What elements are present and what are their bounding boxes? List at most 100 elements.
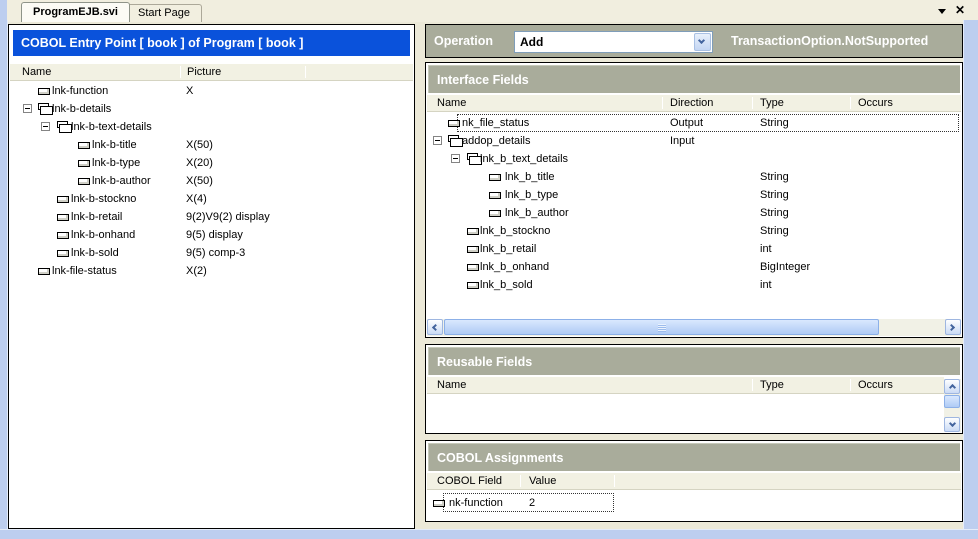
scroll-right-button[interactable]: [945, 319, 961, 335]
column-name[interactable]: Name: [437, 377, 466, 393]
row-picture: 9(5) comp-3: [186, 244, 245, 262]
row-name: lnk-b-title: [92, 136, 137, 154]
field-icon: [489, 210, 501, 217]
row-name: lnk-b-stockno: [71, 190, 136, 208]
assignment-row[interactable]: nk-function 2: [427, 494, 961, 512]
row-name: lnk-b-details: [52, 100, 111, 118]
chevron-right-icon: [948, 324, 955, 331]
row-name: lnk_b_text_details: [480, 150, 568, 168]
operation-bar: Operation Add TransactionOption.NotSuppo…: [425, 24, 963, 58]
field-icon: [489, 192, 501, 199]
close-icon[interactable]: ✕: [955, 3, 965, 17]
tree-row[interactable]: lnk-b-stocknoX(4): [10, 190, 413, 208]
tree-row[interactable]: nk_file_status Output String: [427, 114, 961, 132]
tree-row[interactable]: lnk_b_text_details: [427, 150, 961, 168]
tree-row[interactable]: lnk-b-title X(50): [10, 136, 413, 154]
column-separator[interactable]: [850, 379, 851, 391]
tree-row[interactable]: lnk_b_retailint: [427, 240, 961, 258]
combo-dropdown-button[interactable]: [694, 33, 711, 51]
field-icon: [433, 500, 445, 507]
column-separator[interactable]: [752, 97, 753, 109]
column-separator[interactable]: [662, 97, 663, 109]
scroll-left-button[interactable]: [427, 319, 443, 335]
row-name: lnk-b-type: [92, 154, 140, 172]
field-icon: [489, 174, 501, 181]
tree-row[interactable]: lnk_b_titleString: [427, 168, 961, 186]
row-name: lnk_b_title: [505, 168, 555, 186]
tree-expander-toggle[interactable]: [433, 136, 442, 145]
column-separator[interactable]: [305, 66, 306, 78]
row-picture: X(20): [186, 154, 213, 172]
assignment-value[interactable]: 2: [529, 494, 535, 512]
document-tab-bar: ProgramEJB.svi Start Page: [0, 0, 978, 22]
tree-row[interactable]: lnk-file-statusX(2): [10, 262, 413, 280]
cobol-assignments-header: COBOL Assignments: [428, 443, 960, 471]
chevron-left-icon: [432, 324, 439, 331]
row-name: lnk-function: [52, 82, 108, 100]
row-picture: X(50): [186, 172, 213, 190]
tree-expander-toggle[interactable]: [451, 154, 460, 163]
tree-row[interactable]: lnk_b_soldint: [427, 276, 961, 294]
row-name: lnk-b-author: [92, 172, 151, 190]
row-name: lnk-b-sold: [71, 244, 119, 262]
reusable-fields-header: Reusable Fields: [428, 347, 960, 375]
scroll-up-button[interactable]: [944, 379, 960, 394]
assignments-list: nk-function 2: [427, 494, 961, 512]
tree-row[interactable]: lnk-functionX: [10, 82, 413, 100]
column-separator[interactable]: [520, 475, 521, 487]
tree-row[interactable]: lnk-b-onhand9(5) display: [10, 226, 413, 244]
thumb-grip: [658, 324, 666, 332]
tree-row[interactable]: addop_detailsInput: [427, 132, 961, 150]
row-direction: Output: [670, 114, 703, 132]
tree-row[interactable]: lnk-b-text-details: [10, 118, 413, 136]
scrollbar-thumb[interactable]: [444, 319, 879, 335]
tree-row[interactable]: lnk-b-type X(20): [10, 154, 413, 172]
tab-programejb-svi[interactable]: ProgramEJB.svi: [21, 2, 130, 22]
row-name: lnk-file-status: [52, 262, 117, 280]
tree-row[interactable]: lnk-b-author X(50): [10, 172, 413, 190]
row-type: String: [760, 114, 789, 132]
column-separator[interactable]: [752, 379, 753, 391]
column-type[interactable]: Type: [760, 377, 784, 393]
row-type: int: [760, 240, 772, 258]
row-name: nk_file_status: [462, 114, 529, 132]
row-picture: 9(2)V9(2) display: [186, 208, 270, 226]
row-type: String: [760, 186, 789, 204]
tree-row[interactable]: lnk_b_onhandBigInteger: [427, 258, 961, 276]
row-type: String: [760, 204, 789, 222]
horizontal-scrollbar[interactable]: [427, 319, 961, 336]
column-cobol-field[interactable]: COBOL Field: [437, 473, 502, 489]
row-picture: X(50): [186, 136, 213, 154]
column-value[interactable]: Value: [529, 473, 556, 489]
scroll-down-button[interactable]: [944, 417, 960, 432]
column-name[interactable]: Name: [437, 95, 466, 111]
field-icon: [78, 178, 90, 185]
column-occurs[interactable]: Occurs: [858, 95, 893, 111]
tree-row[interactable]: lnk-b-details: [10, 100, 413, 118]
operation-select[interactable]: Add: [514, 31, 713, 53]
column-separator[interactable]: [614, 475, 615, 487]
tab-start-page[interactable]: Start Page: [126, 4, 202, 22]
row-name: lnk_b_onhand: [480, 258, 549, 276]
vertical-scrollbar[interactable]: [944, 379, 961, 432]
selection-focus-rect: [457, 114, 959, 132]
tree-row[interactable]: lnk_b_typeString: [427, 186, 961, 204]
scrollbar-thumb[interactable]: [944, 395, 960, 408]
tree-row[interactable]: lnk-b-retail9(2)V9(2) display: [10, 208, 413, 226]
assignment-field-name: nk-function: [449, 494, 503, 512]
column-occurs[interactable]: Occurs: [858, 377, 893, 393]
tree-expander-toggle[interactable]: [23, 104, 32, 113]
tab-list-dropdown-icon[interactable]: [938, 9, 946, 14]
tree-row[interactable]: lnk_b_authorString: [427, 204, 961, 222]
reusable-fields-empty-body[interactable]: [427, 395, 944, 432]
column-separator[interactable]: [180, 66, 181, 78]
column-type[interactable]: Type: [760, 95, 784, 111]
tree-row[interactable]: lnk_b_stocknoString: [427, 222, 961, 240]
tree-expander-toggle[interactable]: [41, 122, 50, 131]
row-name: lnk-b-text-details: [71, 118, 152, 136]
tree-row[interactable]: lnk-b-sold 9(5) comp-3: [10, 244, 413, 262]
column-direction[interactable]: Direction: [670, 95, 713, 111]
column-separator[interactable]: [850, 97, 851, 109]
column-name[interactable]: Name: [22, 64, 51, 80]
column-picture[interactable]: Picture: [187, 64, 221, 80]
